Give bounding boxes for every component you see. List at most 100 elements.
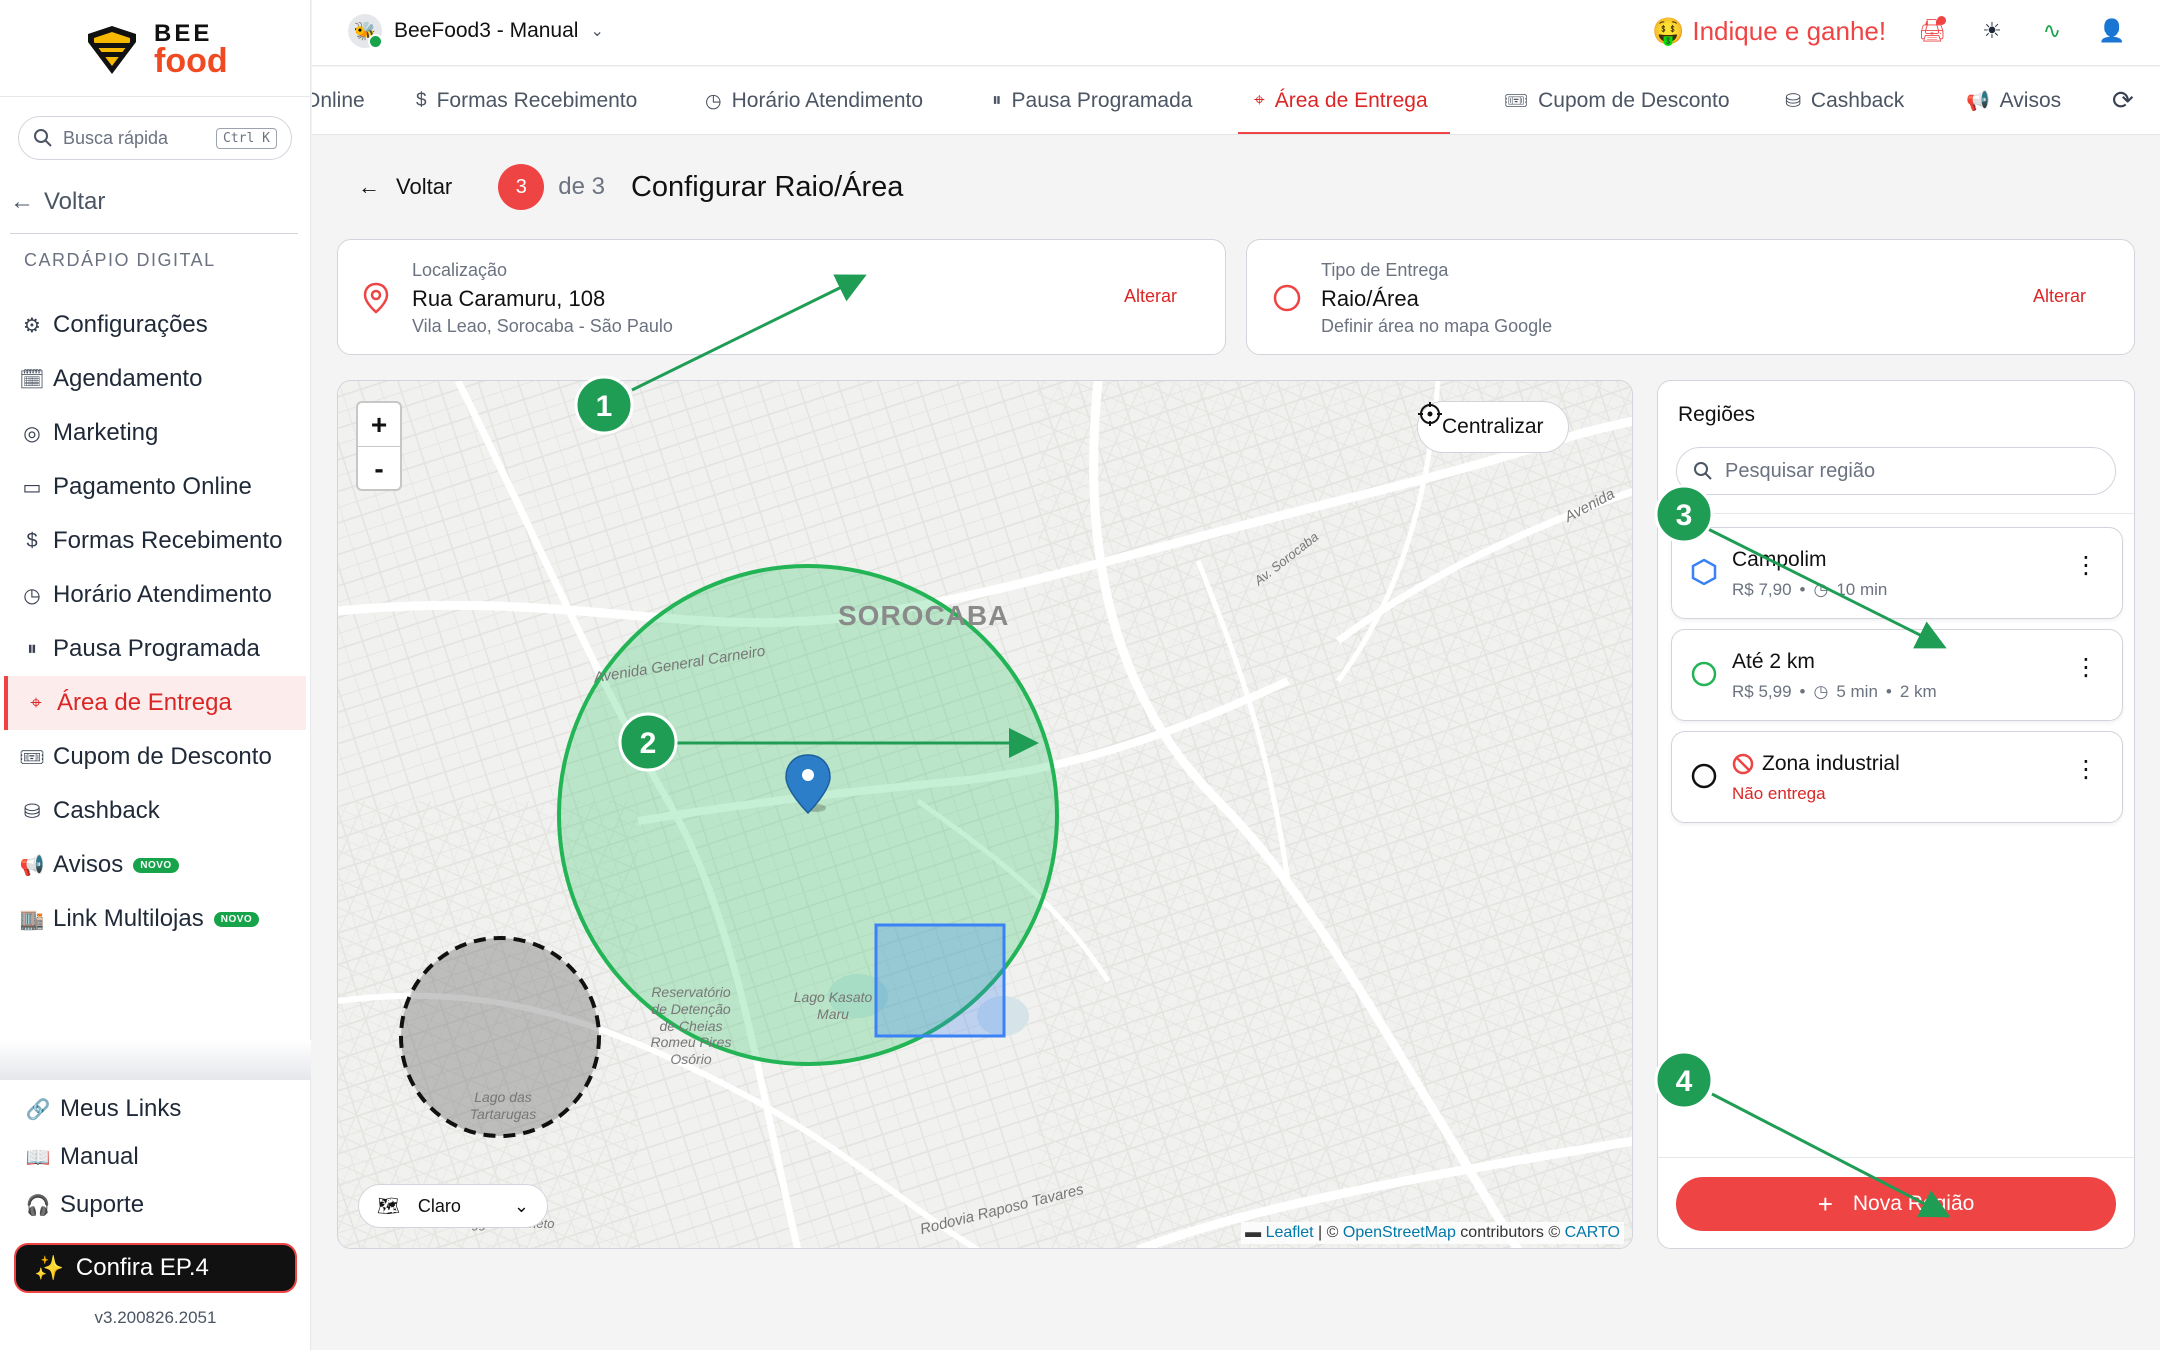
sidebar-item-manual[interactable]: 📖 Manual	[0, 1133, 311, 1181]
sidebar-item-cashback[interactable]: ⛁ Cashback	[4, 784, 306, 838]
map-style-value: Claro	[417, 1195, 461, 1216]
sidebar-item-suporte[interactable]: 🎧 Suporte	[0, 1181, 311, 1229]
sidebar-item-agendamento[interactable]: 🗓 Agendamento	[4, 352, 306, 406]
pause-icon: ⏸	[992, 90, 1002, 111]
sun-icon[interactable]: ☀	[1975, 14, 2009, 48]
map-style-select[interactable]: 🗺 Claro ⌄	[358, 1184, 548, 1228]
zoom-in-button[interactable]: +	[358, 403, 400, 447]
tab-pausa-programada[interactable]: ⏸ Pausa Programada	[992, 67, 1193, 134]
map-icon: 🗺	[377, 1195, 400, 1216]
sidebar: BEE food Busca rápida Ctrl K ← Voltar CA…	[0, 0, 311, 1350]
region-name: Zona industrial	[1732, 752, 1900, 776]
megaphone-icon: 📢	[19, 854, 45, 877]
zoom-out-button[interactable]: -	[358, 447, 400, 491]
printer-icon[interactable]: 🖨	[1915, 14, 1949, 48]
carto-link[interactable]: CARTO	[1565, 1224, 1620, 1241]
leaflet-link[interactable]: Leaflet	[1266, 1224, 1314, 1241]
zoom-control: + -	[356, 401, 402, 491]
more-options-icon[interactable]: ⋮	[2074, 656, 2098, 680]
headset-icon: 🎧	[25, 1194, 51, 1217]
region-item-ate-2km[interactable]: Até 2 km R$ 5,99 • ◷ 5 min • 2 km ⋮	[1671, 629, 2123, 721]
receipt-icon: $	[26, 529, 38, 552]
user-icon[interactable]: 👤	[2095, 14, 2129, 48]
store-avatar: 🐝	[348, 14, 383, 49]
circle-icon	[1691, 763, 1717, 789]
chevron-down-icon: ⌄	[590, 23, 604, 40]
sidebar-item-area-de-entrega[interactable]: ⌖ Área de Entrega	[4, 676, 306, 730]
refresh-icon[interactable]: ⟳	[2112, 85, 2134, 116]
location-label: Localização	[412, 260, 508, 280]
sidebar-item-marketing[interactable]: ◎ Marketing	[4, 406, 306, 460]
megaphone-icon: 📢	[1966, 91, 1990, 112]
sidebar-item-label: Cashback	[53, 797, 160, 824]
attribution-text: contributors ©	[1460, 1224, 1561, 1241]
sidebar-back-button[interactable]: ← Voltar	[10, 188, 105, 216]
sidebar-item-cupom-de-desconto[interactable]: 🎟 Cupom de Desconto	[4, 730, 306, 784]
sidebar-item-pausa-programada[interactable]: ⏸ Pausa Programada	[4, 622, 306, 676]
new-region-button[interactable]: + Nova Região	[1676, 1177, 2116, 1231]
store-selector[interactable]: 🐝 BeeFood3 - Manual ⌄	[348, 14, 604, 49]
referral-link[interactable]: 🤑 Indique e ganhe!	[1652, 16, 1886, 47]
region-item-campolim[interactable]: Campolim R$ 7,90 • ◷ 10 min ⋮	[1671, 527, 2123, 619]
region-search-input[interactable]: Pesquisar região	[1676, 447, 2116, 495]
clock-icon: ◷	[705, 90, 722, 112]
region-item-zona-industrial[interactable]: Zona industrial Não entrega ⋮	[1671, 731, 2123, 823]
new-badge: NOVO	[213, 911, 260, 927]
change-delivery-type-button[interactable]: Alterar	[2033, 286, 2086, 307]
polygon-region[interactable]	[874, 923, 1006, 1038]
sidebar-item-label: Pagamento Online	[53, 473, 252, 500]
quick-search-input[interactable]: Busca rápida Ctrl K	[18, 116, 292, 160]
sidebar-item-pagamento-online[interactable]: ▭ Pagamento Online	[4, 460, 306, 514]
regions-panel: Regiões Pesquisar região Campolim R$ 7,9…	[1657, 380, 2136, 1249]
regions-title: Regiões	[1678, 403, 1756, 426]
more-options-icon[interactable]: ⋮	[2074, 554, 2098, 578]
referral-label: Indique e ganhe!	[1692, 16, 1887, 46]
region-distance: 2 km	[1899, 682, 1937, 701]
top-bar: 🐝 BeeFood3 - Manual ⌄ 🤑 Indique e ganhe!…	[312, 0, 2160, 66]
map[interactable]: SOROCABA Avenida General Carneiro Reserv…	[337, 380, 1633, 1249]
tab-area-de-entrega[interactable]: ⌖ Área de Entrega	[1238, 67, 1450, 134]
divider	[1658, 1157, 2136, 1158]
change-location-button[interactable]: Alterar	[1124, 286, 1177, 307]
osm-link[interactable]: OpenStreetMap	[1343, 1224, 1456, 1241]
sidebar-item-label: Meus Links	[60, 1095, 182, 1122]
tab-horario-atendimento[interactable]: ◷ Horário Atendimento	[705, 67, 923, 134]
tab-formas-recebimento[interactable]: $ Formas Recebimento	[416, 67, 637, 134]
arrow-left-icon: ←	[10, 188, 34, 215]
location-card: Localização Rua Caramuru, 108 Vila Leao,…	[337, 239, 1226, 355]
sidebar-item-link-multilojas[interactable]: 🏬 Link Multilojas NOVO	[4, 892, 306, 946]
confira-button[interactable]: ✨ Confira EP.4	[14, 1243, 297, 1293]
plus-icon: +	[1817, 1188, 1833, 1219]
sidebar-fade	[0, 1040, 311, 1080]
logo[interactable]: BEE food	[80, 20, 240, 80]
more-options-icon[interactable]: ⋮	[2074, 758, 2098, 782]
delivery-type-label: Tipo de Entrega	[1321, 260, 1449, 280]
version-label: v3.200826.2051	[94, 1308, 217, 1327]
center-map-button[interactable]: Centralizar	[1417, 401, 1569, 453]
tab-avisos[interactable]: 📢 Avisos	[1966, 67, 2061, 134]
ticket-icon: 🎟	[1504, 91, 1529, 112]
arrow-left-icon: ←	[358, 174, 380, 199]
section-label: CARDÁPIO DIGITAL	[24, 250, 216, 270]
pin-icon	[363, 282, 389, 314]
back-button[interactable]: ← Voltar	[358, 174, 452, 200]
crosshair-icon	[1418, 402, 1442, 426]
sidebar-item-configuracoes[interactable]: ⚙ Configurações	[4, 298, 306, 352]
tab-label: Pausa Programada	[1011, 89, 1193, 112]
activity-icon[interactable]: ∿	[2035, 14, 2069, 48]
sidebar-item-meus-links[interactable]: 🔗 Meus Links	[0, 1085, 311, 1133]
separator-dot: •	[1799, 682, 1806, 701]
coins-icon: ⛁	[1785, 90, 1801, 112]
sidebar-item-label: Pausa Programada	[53, 635, 260, 662]
circle-icon	[1273, 284, 1301, 312]
separator-dot: •	[1799, 580, 1806, 599]
tab-cashback[interactable]: ⛁ Cashback	[1785, 67, 1904, 134]
sidebar-item-formas-recebimento[interactable]: $ Formas Recebimento	[4, 514, 306, 568]
tab-online[interactable]: Online	[312, 67, 365, 134]
search-icon	[1694, 462, 1712, 480]
tab-cupom-de-desconto[interactable]: 🎟 Cupom de Desconto	[1504, 67, 1730, 134]
sidebar-item-avisos[interactable]: 📢 Avisos NOVO	[4, 838, 306, 892]
sidebar-item-horario-atendimento[interactable]: ◷ Horário Atendimento	[4, 568, 306, 622]
tab-label: Área de Entrega	[1274, 89, 1428, 112]
region-meta: R$ 5,99 • ◷ 5 min • 2 km	[1732, 682, 1937, 702]
